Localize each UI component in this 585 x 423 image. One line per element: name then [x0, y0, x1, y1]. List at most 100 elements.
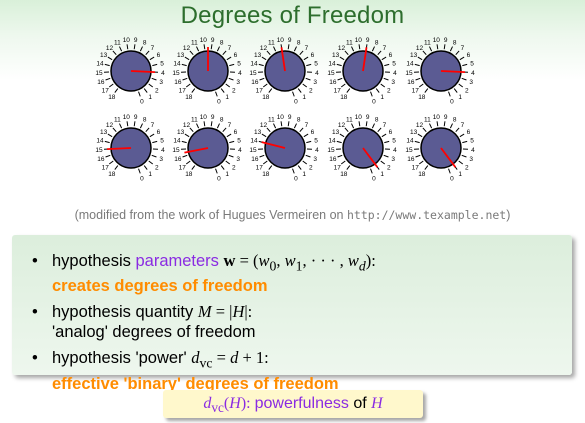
dial-tick-label: 3: [313, 79, 317, 86]
dial-tick-label: 8: [143, 117, 147, 124]
dial-tick-label: 11: [268, 117, 275, 124]
dial: 0123456789101112131415161718: [405, 37, 475, 106]
dial-pointer: [130, 70, 156, 74]
dial-tick-label: 15: [172, 70, 180, 77]
dial-tick-label: 15: [95, 70, 103, 77]
dial-tick-label: 10: [277, 114, 285, 121]
dial-pointer: [106, 147, 132, 151]
bullet-parameters: • hypothesis parameters w = (w0, w1, · ·…: [32, 251, 376, 296]
math-eq: = |: [211, 302, 233, 322]
math-close: ):: [240, 395, 255, 412]
dial-tick-label: 5: [470, 61, 474, 68]
dial-tick-label: 4: [471, 70, 475, 77]
dial-tick-label: 10: [277, 37, 285, 44]
dial-tick-label: 0: [450, 99, 454, 106]
dial-tick-label: 5: [314, 138, 318, 145]
dial-tick-label: 2: [232, 164, 236, 171]
dial-tick-label: 8: [297, 40, 301, 47]
dial-tick-label: 14: [328, 61, 336, 68]
dial-tick-label: 6: [389, 52, 393, 59]
dial-tick-label: 1: [302, 171, 306, 178]
dial-tick-label: 11: [114, 40, 121, 47]
dial-tick-label: 3: [391, 156, 395, 163]
dial-tick-label: 15: [327, 70, 335, 77]
dial-tick-label: 18: [262, 94, 270, 101]
powerfulness-word: powerfulness: [254, 395, 349, 412]
dial-tick-label: 4: [393, 147, 397, 154]
dial-tick-label: 4: [393, 70, 397, 77]
dial-tick-label: 18: [108, 171, 116, 178]
dial-tick-label: 14: [173, 61, 181, 68]
dial-tick-label: 2: [465, 164, 469, 171]
dial-tick-label: 1: [148, 94, 152, 101]
math-sub1: 1: [295, 258, 303, 274]
dial-tick-label: 6: [157, 52, 161, 59]
dial-tick-label: 15: [405, 147, 413, 154]
dial: 0123456789101112131415161718: [172, 37, 242, 106]
dial-tick-label: 0: [372, 99, 376, 106]
dial-tick-label: 5: [392, 138, 396, 145]
dial-tick-label: 8: [453, 40, 457, 47]
dial-tick-label: 9: [288, 114, 292, 121]
parameters-word: parameters: [135, 252, 219, 270]
dial-tick-label: 2: [309, 164, 313, 171]
dial-tick-label: 6: [234, 52, 238, 59]
dial-tick-label: 8: [220, 40, 224, 47]
dial-tick-label: 10: [200, 37, 208, 44]
bullet-dot: •: [32, 303, 38, 322]
dial-tick-label: 10: [433, 114, 441, 121]
dial-tick-label: 2: [387, 164, 391, 171]
dial-tick-label: 16: [174, 79, 182, 86]
dial-pointer: [440, 70, 466, 74]
bullet-box: • hypothesis parameters w = (w0, w1, · ·…: [12, 235, 572, 393]
dial-tick-label: 0: [294, 176, 298, 183]
dial-tick-label: 9: [134, 37, 138, 44]
dial-tick-label: 0: [450, 176, 454, 183]
dial-tick-label: 16: [97, 156, 105, 163]
dial-tick-label: 15: [327, 147, 335, 154]
dial-tick-label: 11: [191, 40, 198, 47]
dial-tick-label: 16: [97, 79, 105, 86]
dial-tick-label: 5: [237, 138, 241, 145]
dial-tick-label: 7: [461, 122, 465, 129]
dial-tick-label: 9: [211, 114, 215, 121]
dial-tick-label: 6: [467, 52, 471, 59]
dial-tick-label: 8: [143, 40, 147, 47]
math-d: d: [191, 348, 200, 368]
dial-tick-label: 7: [305, 45, 309, 52]
dial-tick-label: 0: [140, 99, 144, 106]
summary-box: dvc(H): powerfulness of H: [163, 390, 423, 418]
dial: 0123456789101112131415161718: [327, 37, 397, 106]
dial-tick-label: 6: [234, 129, 238, 136]
dial-tick-label: 18: [418, 94, 426, 101]
dial-tick-label: 12: [338, 45, 346, 52]
dial-tick-label: 3: [236, 156, 240, 163]
dial-tick-label: 12: [106, 122, 114, 129]
dial-tick-label: 8: [453, 117, 457, 124]
bullet-text: hypothesis quantity: [52, 303, 198, 322]
math-eq: =: [212, 348, 231, 368]
math-w0: w: [258, 251, 270, 270]
dial-tick-label: 7: [383, 45, 387, 52]
dial-tick-label: 12: [416, 45, 424, 52]
dial: 0123456789101112131415161718: [405, 114, 475, 183]
dial-tick-label: 13: [177, 129, 185, 136]
dial-tick-label: 1: [225, 171, 229, 178]
dial-tick-label: 3: [236, 79, 240, 86]
dial-tick-label: 6: [157, 129, 161, 136]
math-dots: , · · · ,: [302, 251, 348, 270]
dial-tick-label: 3: [159, 156, 163, 163]
bullet-line2: 'analog' degrees of freedom: [52, 323, 256, 342]
dial-tick-label: 13: [254, 129, 262, 136]
dial-tick-label: 13: [410, 52, 418, 59]
dial-tick-label: 18: [185, 171, 193, 178]
caption-prefix: (modified from the work of Hugues Vermei…: [74, 208, 344, 222]
dial-tick-label: 14: [250, 61, 258, 68]
dial-tick-label: 0: [140, 176, 144, 183]
math-vc: vc: [211, 400, 224, 416]
dial-tick-label: 9: [288, 37, 292, 44]
dial-tick-label: 9: [444, 37, 448, 44]
dial-tick-label: 18: [262, 171, 270, 178]
dial-tick-label: 4: [315, 147, 319, 154]
math-plus: + 1:: [238, 348, 269, 368]
